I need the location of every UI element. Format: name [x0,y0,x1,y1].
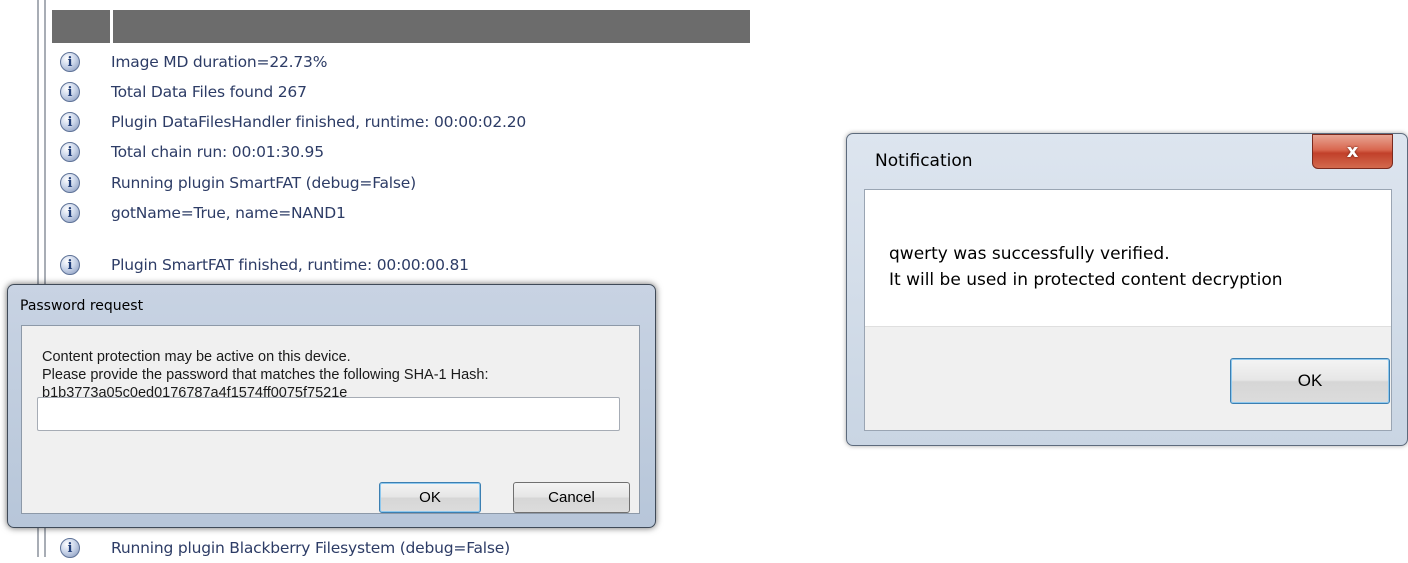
log-message: Total chain run: 00:01:30.95 [111,143,324,161]
log-message: Running plugin Blackberry Filesystem (de… [111,539,510,557]
dialog-message-line: Please provide the password that matches… [42,367,489,383]
log-message: Running plugin SmartFAT (debug=False) [111,174,416,192]
dialog-message-line: Content protection may be active on this… [42,349,351,365]
notification-dialog: Notification x qwerty was successfully v… [846,133,1408,446]
info-icon: i [60,52,80,72]
log-message: Plugin DataFilesHandler finished, runtim… [111,113,527,131]
log-row: i Image MD duration=22.73% [60,47,327,77]
close-button[interactable]: x [1312,134,1393,169]
info-icon: i [60,82,80,102]
log-row: i Plugin DataFilesHandler finished, runt… [60,107,526,137]
log-row: i gotName=True, name=NAND1 [60,198,346,228]
dialog-title: Password request [20,298,144,314]
log-row: i Running plugin Blackberry Filesystem (… [60,533,510,563]
dialog-message-line: qwerty was successfully verified. [889,244,1170,264]
log-message: Plugin SmartFAT finished, runtime: 00:00… [111,256,469,274]
dialog-button-bar: OK [865,326,1391,430]
info-icon: i [60,173,80,193]
info-icon: i [60,255,80,275]
dialog-message-line: It will be used in protected content dec… [889,270,1283,290]
info-icon: i [60,142,80,162]
log-column-header[interactable] [52,10,750,43]
info-icon: i [60,538,80,558]
log-row: i Total Data Files found 267 [60,77,307,107]
close-icon: x [1346,141,1359,162]
log-message: Total Data Files found 267 [111,83,307,101]
password-input[interactable] [37,397,620,431]
ok-button[interactable]: OK [379,482,481,513]
log-row: i Plugin SmartFAT finished, runtime: 00:… [60,250,469,280]
log-message: Image MD duration=22.73% [111,53,328,71]
log-column-divider[interactable] [110,8,113,44]
log-row: i Total chain run: 00:01:30.95 [60,137,324,167]
info-icon: i [60,112,80,132]
cancel-button[interactable]: Cancel [513,482,630,513]
log-message: gotName=True, name=NAND1 [111,204,346,222]
dialog-title: Notification [875,151,973,171]
dialog-body: qwerty was successfully verified. It wil… [864,189,1392,431]
ok-button[interactable]: OK [1230,358,1390,404]
log-row: i Running plugin SmartFAT (debug=False) [60,168,416,198]
password-request-dialog: Password request Content protection may … [7,284,656,528]
info-icon: i [60,203,80,223]
